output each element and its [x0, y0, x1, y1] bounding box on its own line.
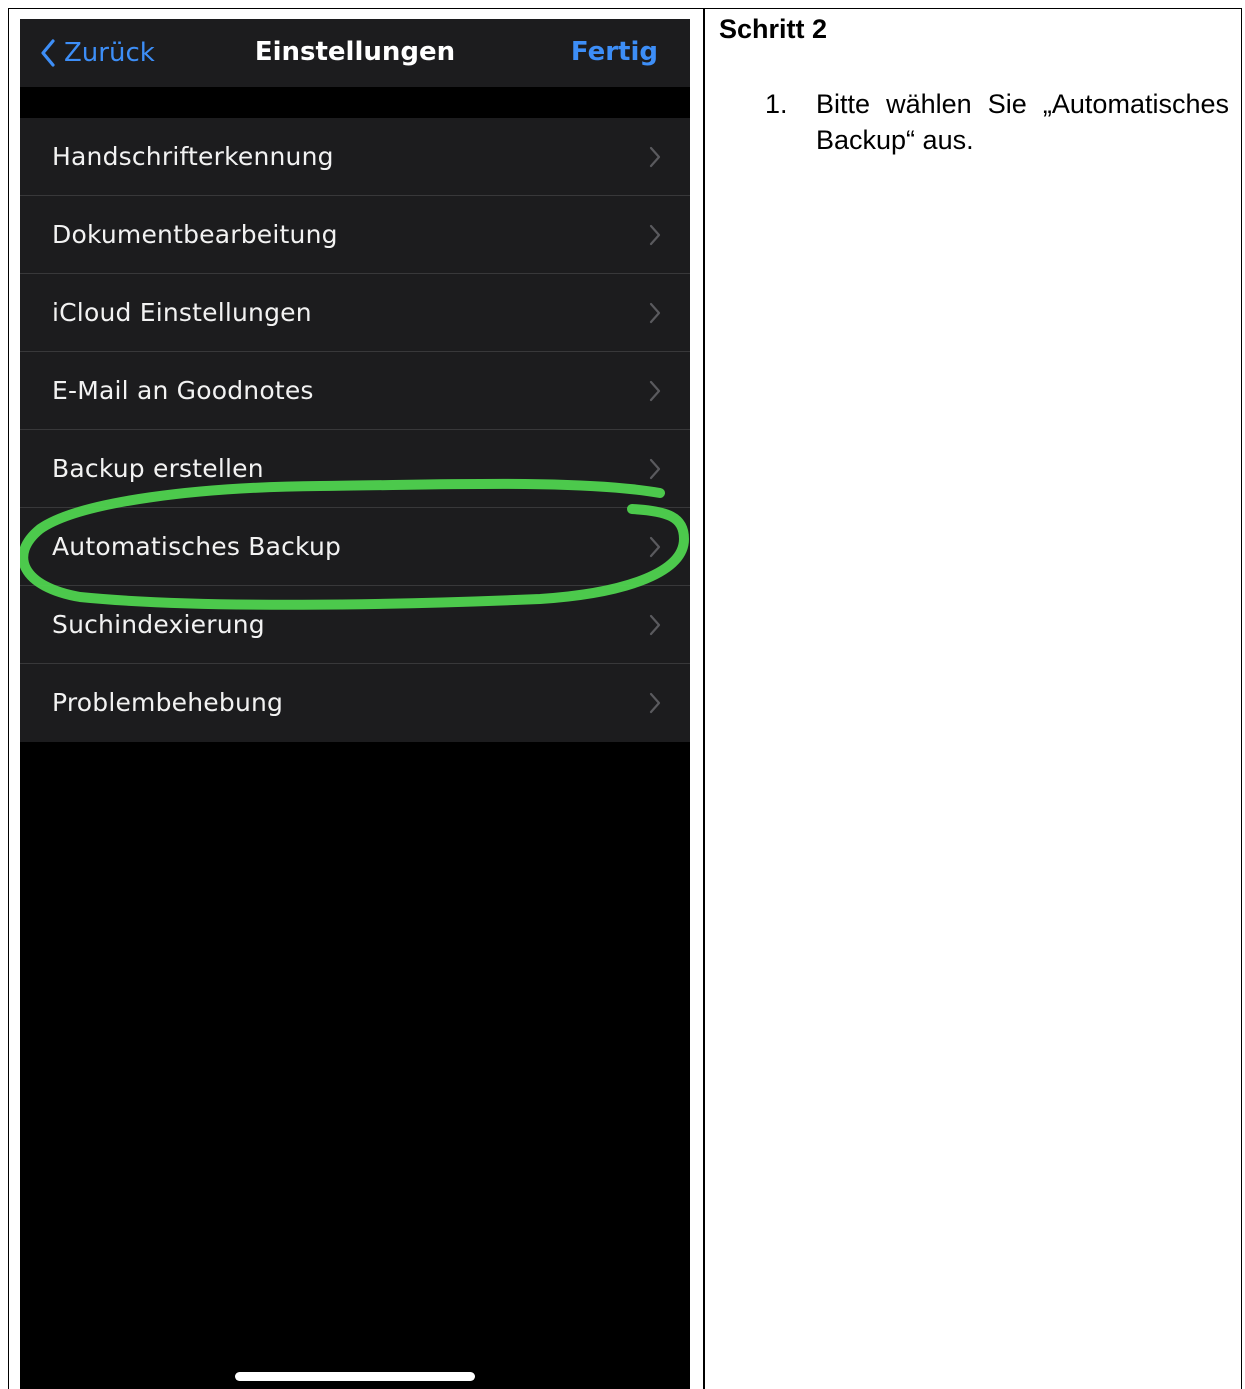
- settings-list: Handschrifterkennung Dokumentbearbeitung…: [20, 118, 690, 742]
- chevron-right-icon: [649, 614, 661, 636]
- chevron-right-icon: [649, 458, 661, 480]
- settings-row-email-an-goodnotes[interactable]: E-Mail an Goodnotes: [20, 352, 690, 430]
- home-indicator: [235, 1372, 475, 1381]
- settings-row-icloud-einstellungen[interactable]: iCloud Einstellungen: [20, 274, 690, 352]
- settings-row-backup-erstellen[interactable]: Backup erstellen: [20, 430, 690, 508]
- settings-row-label: E-Mail an Goodnotes: [52, 376, 314, 405]
- settings-row-label: Dokumentbearbeitung: [52, 220, 338, 249]
- chevron-right-icon: [649, 146, 661, 168]
- settings-row-problembehebung[interactable]: Problembehebung: [20, 664, 690, 742]
- navigation-bar: Zurück Einstellungen Fertig: [20, 19, 690, 87]
- settings-row-label: Automatisches Backup: [52, 532, 342, 561]
- chevron-right-icon: [649, 224, 661, 246]
- step-title: Schritt 2: [719, 14, 828, 44]
- settings-row-label: iCloud Einstellungen: [52, 298, 312, 327]
- settings-row-label: Backup erstellen: [52, 454, 264, 483]
- chevron-right-icon: [649, 536, 661, 558]
- chevron-right-icon: [649, 380, 661, 402]
- step-list: 1. Bitte wählen Sie „Automatisches Backu…: [719, 86, 1229, 158]
- chevron-right-icon: [649, 302, 661, 324]
- step-text: Bitte wählen Sie „Automatisches Backup“ …: [816, 89, 1229, 155]
- chevron-right-icon: [649, 692, 661, 714]
- step-item: 1. Bitte wählen Sie „Automatisches Backu…: [719, 86, 1229, 158]
- done-button[interactable]: Fertig: [571, 37, 658, 67]
- settings-row-label: Suchindexierung: [52, 610, 265, 639]
- column-divider: [703, 8, 705, 1389]
- settings-row-automatisches-backup[interactable]: Automatisches Backup: [20, 508, 690, 586]
- settings-row-label: Problembehebung: [52, 688, 284, 717]
- instructions-column: Schritt 2 1. Bitte wählen Sie „Automatis…: [719, 12, 1229, 158]
- section-gap: [20, 87, 690, 117]
- settings-row-dokumentbearbeitung[interactable]: Dokumentbearbeitung: [20, 196, 690, 274]
- phone-screenshot: Zurück Einstellungen Fertig Handschrifte…: [20, 19, 690, 1389]
- settings-row-handschrifterkennung[interactable]: Handschrifterkennung: [20, 118, 690, 196]
- settings-row-label: Handschrifterkennung: [52, 142, 334, 171]
- settings-row-suchindexierung[interactable]: Suchindexierung: [20, 586, 690, 664]
- step-number: 1.: [765, 89, 788, 119]
